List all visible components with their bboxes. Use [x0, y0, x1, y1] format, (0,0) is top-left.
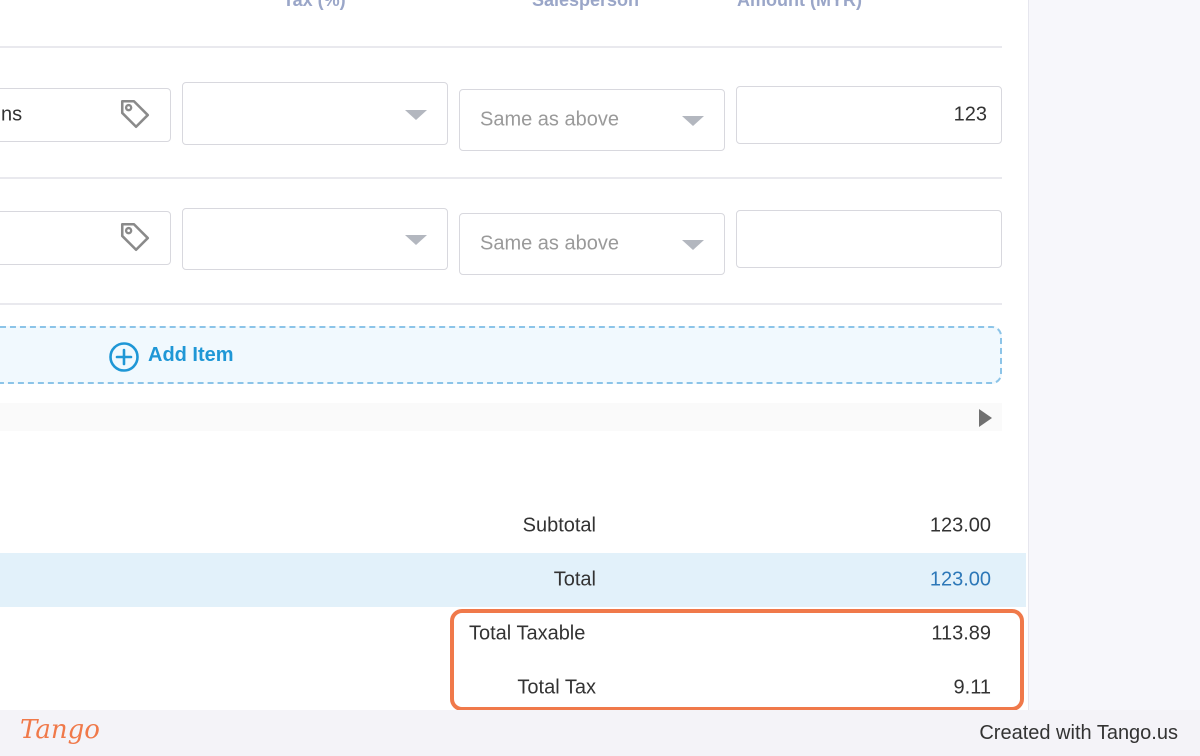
subtotal-value: 123.00: [929, 514, 991, 537]
salesperson-select-row-1[interactable]: Same as above: [459, 89, 725, 151]
subtotal-row: Subtotal 123.00: [0, 499, 1026, 553]
item-input-row-2[interactable]: [0, 211, 171, 265]
dropdown-caret-icon: [682, 240, 704, 250]
column-header-tax: Tax (%): [283, 0, 346, 10]
header-divider: [0, 46, 1002, 48]
row-divider: [0, 177, 1002, 179]
dropdown-caret-icon: [405, 235, 427, 245]
amount-input-value: 123: [953, 103, 987, 126]
add-circle-icon: [109, 342, 139, 372]
salesperson-placeholder: Same as above: [480, 108, 619, 131]
amount-input-row-1[interactable]: 123: [736, 86, 1002, 144]
amount-input-row-2[interactable]: [736, 210, 1002, 268]
required-mark: *: [867, 0, 875, 10]
tax-select-row-2[interactable]: [182, 208, 448, 270]
footer-bar: Tango Created with Tango.us: [0, 710, 1200, 756]
row-divider: [0, 303, 1002, 305]
footer-credit: Created with Tango.us: [979, 722, 1178, 744]
subtotal-label: Subtotal: [522, 514, 596, 537]
dropdown-caret-icon: [682, 116, 704, 126]
total-label: Total: [553, 568, 596, 591]
horizontal-scrollbar[interactable]: [0, 403, 1002, 431]
tango-logo: Tango: [20, 715, 100, 745]
line-items-panel: Tax (%) Salesperson Amount (MYR) * ns Sa…: [0, 0, 1029, 710]
item-input-text: ns: [1, 103, 23, 126]
salesperson-select-row-2[interactable]: Same as above: [459, 213, 725, 275]
tag-icon[interactable]: [118, 220, 152, 254]
column-header-amount: Amount (MYR) *: [737, 0, 874, 11]
highlight-box: [450, 609, 1024, 711]
column-header-salesperson: Salesperson: [532, 0, 640, 10]
total-row: Total 123.00: [0, 553, 1026, 607]
column-header-amount-label: Amount (MYR): [737, 0, 862, 10]
add-item-label: Add Item: [148, 344, 234, 366]
tag-icon[interactable]: [118, 97, 152, 131]
total-value: 123.00: [929, 568, 991, 591]
add-item-button[interactable]: Add Item: [0, 326, 1002, 384]
scroll-right-arrow-icon[interactable]: [979, 409, 992, 427]
salesperson-placeholder: Same as above: [480, 232, 619, 255]
item-input-row-1[interactable]: ns: [0, 88, 171, 142]
tax-select-row-1[interactable]: [182, 82, 448, 145]
dropdown-caret-icon: [405, 109, 427, 120]
